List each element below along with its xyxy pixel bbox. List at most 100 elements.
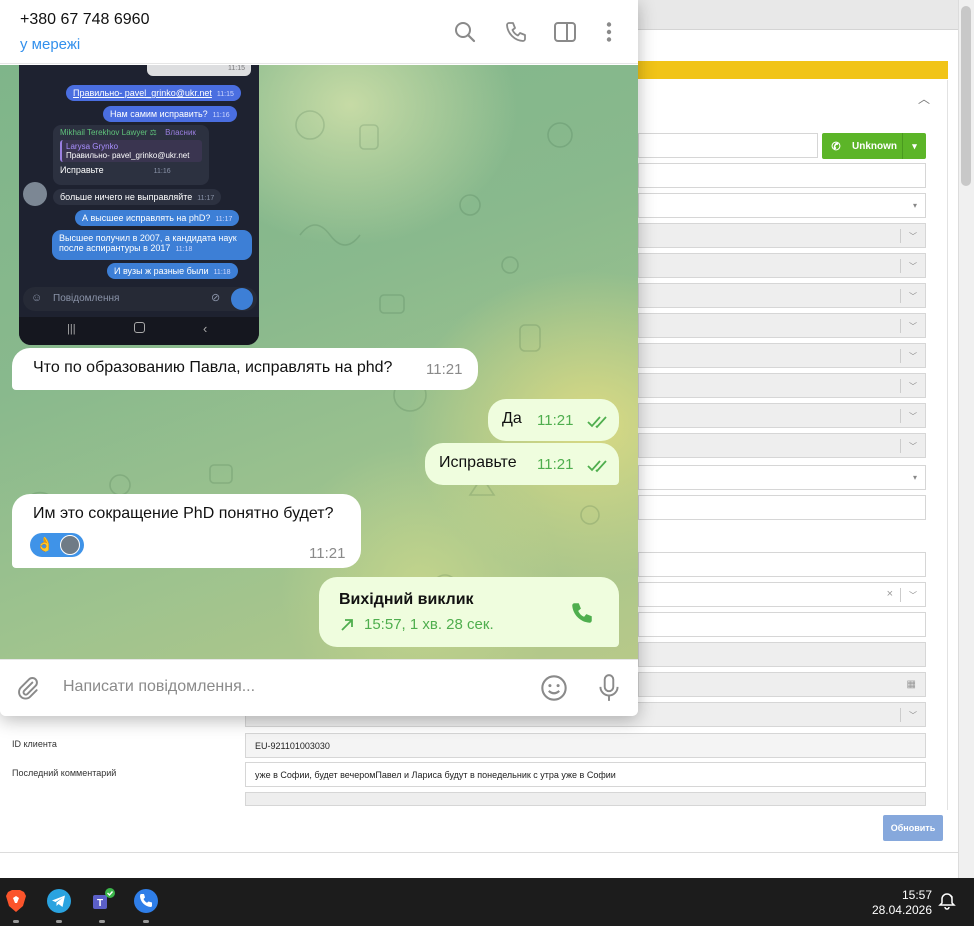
phone-msg: И вузы ж разные были 11:18: [107, 263, 238, 279]
crm-select[interactable]: ﹀: [638, 283, 926, 308]
crm-yellow-bar: [638, 61, 948, 79]
double-check-icon: [587, 460, 607, 473]
crm-select[interactable]: ﹀: [638, 253, 926, 278]
home-icon: [134, 322, 145, 333]
back-icon: ‹: [203, 321, 208, 336]
message-bubble-incoming[interactable]: Что по образованию Павла, исправлять на …: [12, 348, 478, 390]
crm-top-strip: [638, 0, 958, 30]
chevron-down-icon: ﹀: [909, 412, 917, 421]
crm-select[interactable]: ▾: [638, 465, 926, 490]
message-bubble-outgoing[interactable]: Да 11:21: [488, 399, 619, 441]
attach-icon: ⊘: [211, 292, 221, 304]
crm-select[interactable]: ﹀: [638, 433, 926, 458]
crm-field[interactable]: [638, 612, 926, 637]
caret-down-icon: ▾: [912, 473, 917, 482]
chevron-down-icon: ﹀: [909, 442, 917, 451]
message-text: Да: [502, 410, 522, 427]
crm-label-client-id: ID клиента: [12, 739, 57, 749]
taskbar-indicator: [56, 920, 62, 923]
attach-icon[interactable]: [15, 675, 41, 701]
crm-select[interactable]: ﹀: [638, 343, 926, 368]
crm-select[interactable]: × ﹀: [638, 582, 926, 607]
call-detail: 15:57, 1 хв. 28 сек.: [364, 616, 494, 633]
emoji-icon[interactable]: [540, 674, 568, 702]
crm-phone-field[interactable]: [638, 133, 818, 158]
recents-icon: |||: [67, 323, 76, 335]
phone-msg: А высшее исправлять на phD? 11:17: [75, 210, 240, 226]
phone-msg: больше ничего не выправляйте 11:17: [53, 189, 222, 205]
avatar: [60, 535, 80, 555]
taskbar: T 15:57 28.04.2026: [0, 878, 974, 926]
call-title: Вихідний виклик: [339, 591, 474, 608]
reaction-chip[interactable]: 👌: [30, 533, 84, 557]
crm-date-field[interactable]: ▦: [638, 672, 926, 697]
telegram-window: +380 67 748 6960 у мережі 11:15 Правильн…: [0, 0, 638, 716]
more-vertical-icon[interactable]: [597, 20, 621, 44]
message-text: Исправьте: [439, 454, 517, 471]
caret-down-icon: ▾: [912, 201, 917, 210]
crm-call-button[interactable]: ✆ Unknown ▾: [822, 133, 926, 159]
phone-top-image: 11:15: [147, 65, 251, 76]
crm-last-comment-field[interactable]: уже в Софии, будет вечеромПавел и Лариса…: [245, 762, 926, 787]
crm-field-partial[interactable]: [245, 792, 926, 806]
crm-field[interactable]: [638, 163, 926, 188]
chevron-down-icon: ﹀: [909, 352, 917, 361]
message-time: 11:21: [426, 361, 463, 378]
chevron-down-icon: ﹀: [909, 382, 917, 391]
crm-select[interactable]: ▾: [638, 193, 926, 218]
message-bubble-incoming[interactable]: Им это сокращение PhD понятно будет? 👌 1…: [12, 494, 361, 568]
phone-icon[interactable]: [569, 600, 595, 626]
phone-input-placeholder: Повідомлення: [53, 293, 120, 304]
message-text: Им это сокращение PhD понятно будет?: [33, 505, 334, 522]
notification-bell-icon[interactable]: [938, 892, 956, 910]
crm-select[interactable]: ﹀: [638, 373, 926, 398]
avatar[interactable]: [23, 182, 47, 206]
phone-input-bar: ☺ Повідомлення ⊘: [23, 287, 257, 311]
crm-client-id-field[interactable]: EU-921101003030: [245, 733, 926, 758]
contact-status: у мережі: [20, 36, 81, 53]
crm-field[interactable]: [638, 642, 926, 667]
phone-screenshot-image[interactable]: 11:15 Правильно- pavel_grinko@ukr.net 11:…: [19, 65, 259, 345]
message-time: 11:21: [537, 456, 574, 473]
microphone-icon[interactable]: [596, 673, 622, 703]
phone-msg: Нам самим исправить? 11:16: [103, 106, 237, 122]
caret-down-icon[interactable]: ▾: [902, 133, 926, 159]
chevron-down-icon: ﹀: [909, 262, 917, 271]
brave-icon[interactable]: [3, 888, 29, 914]
phone-msg: Правильно- pavel_grinko@ukr.net 11:15: [66, 85, 241, 101]
message-text: Что по образованию Павла, исправлять на …: [33, 359, 393, 376]
search-icon[interactable]: [453, 20, 477, 44]
divider: [0, 852, 958, 853]
clock-time[interactable]: 15:57: [902, 888, 932, 902]
outgoing-arrow-icon: [341, 619, 353, 631]
chat-area[interactable]: 11:15 Правильно- pavel_grinko@ukr.net 11:…: [0, 65, 638, 659]
taskbar-indicator: [143, 920, 149, 923]
phone-icon[interactable]: [504, 20, 528, 44]
phone-nav-bar: ||| ‹: [19, 317, 259, 345]
update-button[interactable]: Обновить: [883, 815, 943, 841]
emoji-icon: ☺: [31, 292, 43, 304]
crm-field[interactable]: [638, 495, 926, 520]
clear-icon[interactable]: ×: [887, 588, 893, 600]
crm-select[interactable]: ﹀: [638, 403, 926, 428]
microphone-icon: [231, 288, 253, 310]
chevron-up-icon[interactable]: ︿: [918, 90, 930, 107]
message-bubble-outgoing[interactable]: Исправьте 11:21: [425, 443, 619, 485]
teams-icon[interactable]: T: [89, 888, 115, 914]
telegram-icon[interactable]: [46, 888, 72, 914]
sidebar-toggle-icon[interactable]: [553, 20, 577, 44]
contact-name[interactable]: +380 67 748 6960: [20, 11, 149, 29]
chevron-down-icon: ﹀: [909, 232, 917, 241]
calendar-icon[interactable]: ▦: [907, 679, 916, 690]
clock-date[interactable]: 28.04.2026: [872, 903, 932, 917]
crm-scrollbar-thumb[interactable]: [961, 6, 971, 186]
phone-app-icon[interactable]: [133, 888, 159, 914]
phone-icon: ✆: [831, 140, 841, 153]
crm-select[interactable]: ﹀: [638, 223, 926, 248]
call-message-bubble[interactable]: Вихідний виклик 15:57, 1 хв. 28 сек.: [319, 577, 619, 647]
crm-call-button-label: Unknown: [852, 140, 897, 152]
message-input[interactable]: Написати повідомлення...: [63, 678, 255, 696]
taskbar-indicator: [13, 920, 19, 923]
crm-field[interactable]: [638, 552, 926, 577]
crm-select[interactable]: ﹀: [638, 313, 926, 338]
